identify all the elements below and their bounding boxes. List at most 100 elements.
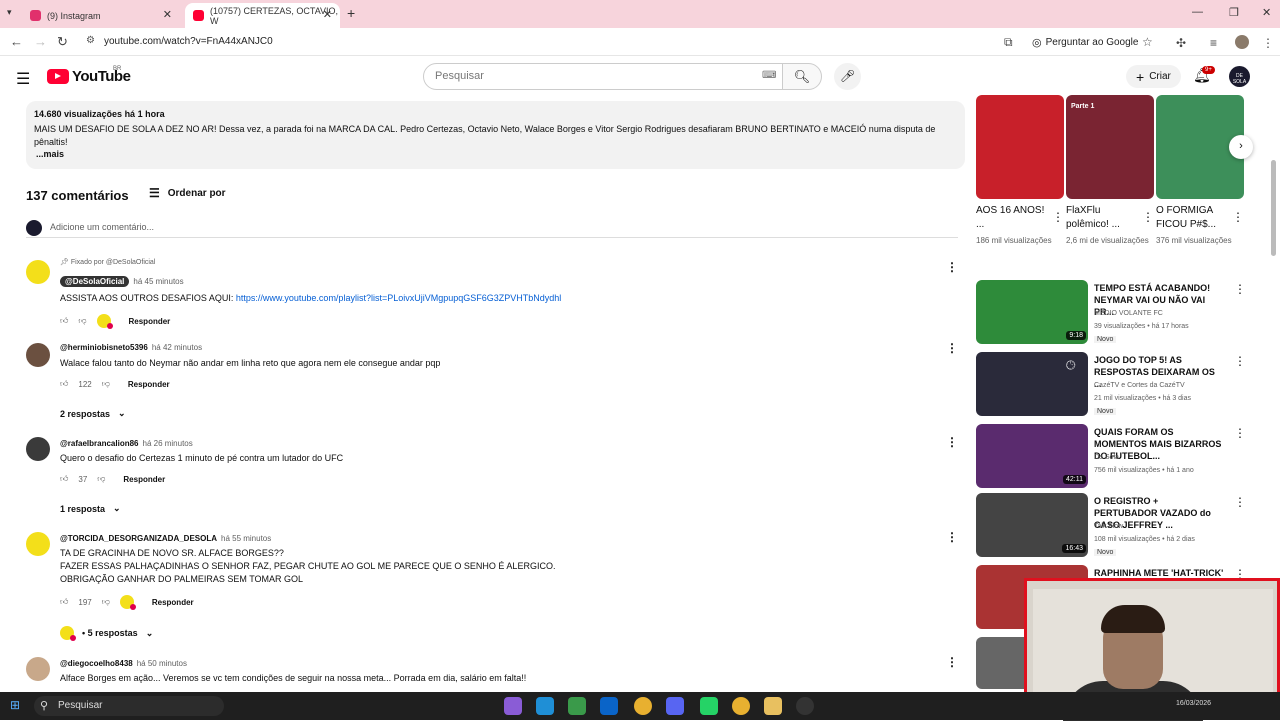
- comment-menu-icon[interactable]: ⋮: [946, 655, 958, 669]
- short-title[interactable]: FlaXFlu polêmico! ...: [1066, 204, 1154, 232]
- short-menu-icon[interactable]: ⋮: [1142, 210, 1154, 224]
- video-menu-icon[interactable]: ⋮: [1234, 354, 1246, 368]
- commenter-avatar[interactable]: [26, 343, 50, 367]
- video-description[interactable]: 14.680 visualizações há 1 hora MAIS UM D…: [26, 101, 965, 169]
- close-tab-icon[interactable]: ✕: [163, 8, 172, 21]
- close-window-icon[interactable]: ✕: [1262, 6, 1271, 19]
- comment-author[interactable]: @rafaelbrancalion86: [60, 439, 139, 448]
- tab-search-icon[interactable]: ▾: [7, 7, 12, 18]
- site-info-icon[interactable]: ⚙: [86, 35, 95, 46]
- comment-author[interactable]: @diegocoelho8438: [60, 659, 133, 668]
- short-thumbnail[interactable]: [976, 95, 1064, 199]
- extensions-icon[interactable]: ✣: [1176, 36, 1186, 50]
- ask-google-button[interactable]: ◎ Perguntar ao Google: [1032, 36, 1138, 49]
- reload-icon[interactable]: ↻: [57, 34, 68, 50]
- channel-name[interactable]: CazéTV e Cortes da CazéTV: [1094, 382, 1185, 389]
- comment-author[interactable]: @TORCIDA_DESORGANIZADA_DESOLA: [60, 534, 217, 543]
- comment-time[interactable]: há 55 minutos: [221, 534, 271, 543]
- chrome-profile-icon[interactable]: [732, 697, 750, 715]
- keyboard-icon[interactable]: ⌨: [762, 70, 776, 81]
- like-icon[interactable]: 👍︎: [60, 379, 68, 389]
- sort-comments-button[interactable]: ☰ Ordenar por: [149, 186, 226, 200]
- short-menu-icon[interactable]: ⋮: [1052, 210, 1064, 224]
- chrome-icon[interactable]: [634, 697, 652, 715]
- dislike-icon[interactable]: 👎︎: [102, 597, 110, 607]
- comment-author[interactable]: @DeSolaOficial: [60, 276, 130, 287]
- reply-button[interactable]: Responder: [128, 380, 170, 389]
- watch-later-icon[interactable]: 🕒︎: [1066, 358, 1076, 373]
- menu-icon[interactable]: ☰: [16, 69, 30, 89]
- store-icon[interactable]: [568, 697, 586, 715]
- file-explorer-icon[interactable]: [764, 697, 782, 715]
- youtube-logo[interactable]: YouTube BR: [47, 66, 131, 85]
- minimize-icon[interactable]: —: [1192, 6, 1203, 18]
- recommended-video[interactable]: 42:11 QUAIS FORAM OS MOMENTOS MAIS BIZAR…: [976, 424, 1266, 488]
- short-title[interactable]: AOS 16 ANOS! ...: [976, 204, 1064, 232]
- obs-icon[interactable]: [796, 697, 814, 715]
- dislike-icon[interactable]: 👎︎: [78, 316, 86, 326]
- omnibox[interactable]: ⚙ youtube.com/watch?v=FnA44xANJC0 ⧉ ◎ Pe…: [80, 31, 1166, 53]
- show-more-link[interactable]: ...mais: [36, 149, 957, 159]
- video-menu-icon[interactable]: ⋮: [1234, 282, 1246, 296]
- comment-time[interactable]: há 50 minutos: [137, 659, 187, 668]
- comment-menu-icon[interactable]: ⋮: [946, 435, 958, 449]
- tab-instagram[interactable]: (9) Instagram ✕: [22, 3, 180, 28]
- voice-search-button[interactable]: 🎤︎: [834, 63, 861, 90]
- like-icon[interactable]: 👍︎: [60, 316, 68, 326]
- menu-dots-icon[interactable]: ⋮: [1262, 36, 1274, 50]
- recommended-video[interactable]: 9:18 TEMPO ESTÁ ACABANDO! NEYMAR VAI OU …: [976, 280, 1266, 344]
- playlist-link[interactable]: https://www.youtube.com/playlist?list=PL…: [236, 293, 561, 303]
- dislike-icon[interactable]: 👎︎: [102, 379, 110, 389]
- like-icon[interactable]: 👍︎: [60, 474, 68, 484]
- create-button[interactable]: + Criar: [1126, 65, 1181, 88]
- copilot-icon[interactable]: [504, 697, 522, 715]
- discord-icon[interactable]: [666, 697, 684, 715]
- comment-time[interactable]: há 26 minutos: [143, 439, 193, 448]
- short-card[interactable]: Parte 1 FlaXFlu polêmico! ... 2,6 mi de …: [1066, 95, 1154, 247]
- commenter-avatar[interactable]: [26, 260, 50, 284]
- short-thumbnail[interactable]: Parte 1: [1066, 95, 1154, 199]
- search-input[interactable]: Pesquisar ⌨: [423, 63, 783, 90]
- shorts-next-button[interactable]: ›: [1229, 135, 1253, 159]
- whatsapp-icon[interactable]: [700, 697, 718, 715]
- outlook-icon[interactable]: [600, 697, 618, 715]
- restore-icon[interactable]: ❐: [1229, 6, 1239, 19]
- comment-author[interactable]: @herminiobisneto5396: [60, 343, 148, 352]
- channel-name[interactable]: Talk Flow: [1094, 523, 1123, 530]
- back-icon[interactable]: ←: [10, 34, 23, 49]
- reply-button[interactable]: Responder: [129, 317, 171, 326]
- close-tab-icon[interactable]: ✕: [323, 8, 332, 21]
- commenter-avatar[interactable]: [26, 437, 50, 461]
- recommended-video[interactable]: 🕒︎ JOGO DO TOP 5! AS RESPOSTAS DEIXARAM …: [976, 352, 1266, 416]
- view-replies-button[interactable]: • 5 respostas ⌄: [60, 626, 153, 641]
- account-avatar[interactable]: DE SOLA: [1229, 66, 1250, 87]
- dislike-icon[interactable]: 👎︎: [97, 474, 105, 484]
- short-menu-icon[interactable]: ⋮: [1232, 210, 1244, 224]
- video-menu-icon[interactable]: ⋮: [1234, 495, 1246, 509]
- reply-button[interactable]: Responder: [123, 475, 165, 484]
- view-replies-button[interactable]: 2 respostas ⌄: [60, 408, 126, 419]
- start-icon[interactable]: ⊞: [10, 698, 20, 712]
- taskbar-search[interactable]: ⚲ Pesquisar: [34, 696, 224, 716]
- commenter-avatar[interactable]: [26, 532, 50, 556]
- comment-time[interactable]: há 45 minutos: [133, 277, 183, 286]
- search-button[interactable]: 🔍︎: [782, 63, 822, 90]
- bookmark-star-icon[interactable]: ☆: [1142, 35, 1153, 49]
- like-icon[interactable]: 👍︎: [60, 597, 68, 607]
- video-menu-icon[interactable]: ⋮: [1234, 426, 1246, 440]
- short-card[interactable]: O FORMIGA FICOU P#$... 376 mil visualiza…: [1156, 95, 1244, 247]
- cast-icon[interactable]: ⧉: [1004, 35, 1013, 50]
- url-text[interactable]: youtube.com/watch?v=FnA44xANJC0: [104, 36, 273, 47]
- channel-name[interactable]: MÉDIO VOLANTE FC: [1094, 310, 1163, 317]
- comment-time[interactable]: há 42 minutos: [152, 343, 202, 352]
- add-comment-field[interactable]: Adicione um comentário...: [26, 220, 958, 238]
- short-title[interactable]: O FORMIGA FICOU P#$...: [1156, 204, 1244, 232]
- new-tab-icon[interactable]: +: [347, 5, 355, 21]
- tab-youtube[interactable]: (10757) CERTEZAS, OCTAVIO, W ✕: [185, 3, 340, 28]
- scrollbar[interactable]: [1271, 160, 1276, 256]
- view-replies-button[interactable]: 1 resposta ⌄: [60, 503, 121, 514]
- media-icon[interactable]: ≡: [1210, 36, 1217, 50]
- forward-icon[interactable]: →: [34, 34, 47, 49]
- reply-button[interactable]: Responder: [152, 598, 194, 607]
- channel-name[interactable]: De Sola: [1094, 454, 1119, 461]
